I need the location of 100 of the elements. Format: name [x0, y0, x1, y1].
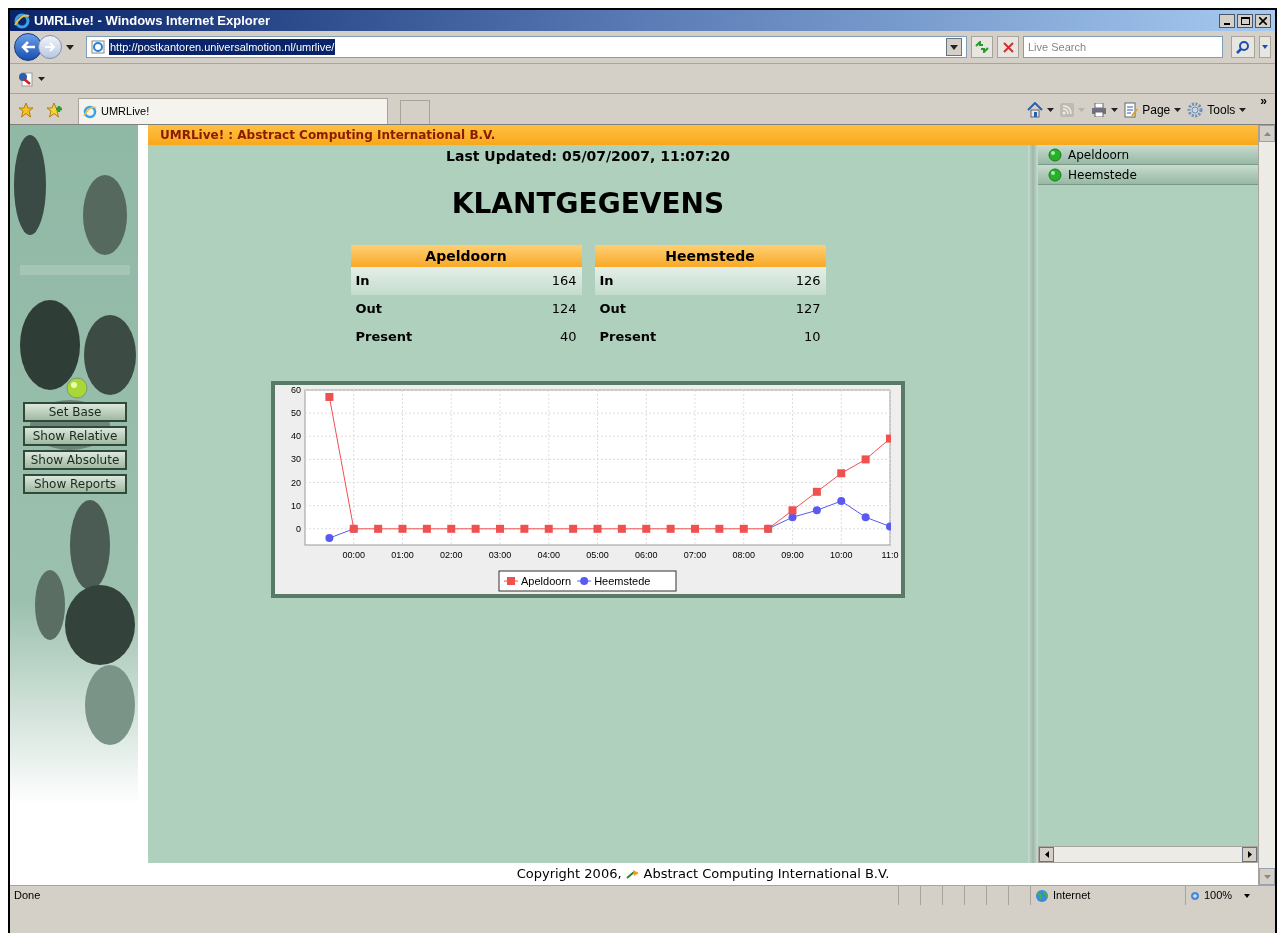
y-tick-label: 0 — [296, 523, 301, 534]
refresh-button[interactable] — [971, 36, 993, 58]
status-light-icon — [66, 377, 88, 399]
close-icon — [1002, 41, 1014, 53]
y-tick-label: 10 — [291, 500, 301, 511]
y-tick-label: 60 — [291, 385, 301, 395]
site-list-item[interactable]: Heemstede — [1038, 165, 1258, 185]
company-name-text: Abstract Computing International B.V. — [643, 865, 890, 884]
page-heading: KLANTGEGEVENS — [451, 186, 725, 222]
close-button[interactable] — [1255, 13, 1271, 28]
data-point — [788, 506, 797, 515]
row-label: Out — [599, 300, 627, 319]
dropdown-icon[interactable] — [66, 44, 74, 50]
data-point — [691, 524, 699, 533]
side-button[interactable]: Set Base — [23, 402, 127, 422]
address-field[interactable]: http://postkantoren.universalmotion.nl/umrlive/ — [86, 36, 967, 58]
horizontal-scrollbar[interactable] — [1038, 846, 1258, 863]
browser-tab[interactable]: UMRLive! — [78, 98, 388, 124]
dropdown-icon[interactable] — [950, 44, 958, 50]
gear-icon — [1187, 102, 1204, 118]
x-tick-label: 07:00 — [683, 550, 707, 560]
globe-icon — [1035, 888, 1049, 903]
zoom-button[interactable]: 100% — [1185, 886, 1275, 905]
close-icon — [1259, 16, 1267, 25]
row-label: In — [599, 272, 614, 291]
forward-arrow-icon — [44, 41, 56, 53]
x-tick-label: 06:00 — [635, 550, 658, 560]
page-icon — [1124, 102, 1139, 118]
circle-marker-icon — [576, 577, 592, 585]
data-point — [788, 513, 797, 522]
data-point — [837, 469, 846, 478]
data-point — [398, 524, 407, 533]
back-button[interactable] — [14, 33, 42, 61]
pdf-icon[interactable] — [18, 70, 34, 87]
more-commands-button[interactable]: » — [1260, 95, 1267, 107]
search-icon — [1236, 40, 1250, 54]
side-button[interactable]: Show Absolute — [23, 450, 127, 470]
x-tick-label: 04:00 — [537, 550, 560, 560]
tools-menu-button[interactable]: Tools — [1187, 101, 1247, 119]
dropdown-icon[interactable] — [1111, 108, 1119, 112]
data-point — [715, 524, 724, 533]
row-label: Present — [355, 328, 413, 347]
y-tick-label: 20 — [291, 477, 301, 488]
back-arrow-icon — [20, 40, 36, 54]
security-zone-text: Internet — [1053, 888, 1091, 904]
data-point — [325, 534, 334, 543]
minimize-button[interactable] — [1219, 13, 1235, 28]
forward-button[interactable] — [38, 35, 62, 59]
scroll-left-icon[interactable] — [1044, 851, 1049, 858]
side-button[interactable]: Show Reports — [23, 474, 127, 494]
data-point — [593, 524, 602, 533]
data-point — [325, 392, 334, 401]
favorites-star-icon[interactable] — [18, 102, 34, 118]
data-point — [447, 524, 456, 533]
x-tick-label: 11:0 — [881, 550, 899, 560]
side-button[interactable]: Show Relative — [23, 426, 127, 446]
legend-label: Heemstede — [594, 575, 651, 587]
search-options-button[interactable] — [1259, 36, 1271, 58]
printer-icon[interactable] — [1091, 103, 1108, 117]
browser-logo-icon — [83, 104, 97, 119]
page-header: UMRLive! : Abstract Computing International B.V. — [148, 125, 1258, 145]
x-tick-label: 10:00 — [830, 550, 853, 560]
row-label: Out — [355, 300, 383, 319]
square-marker-icon — [503, 577, 519, 585]
dropdown-icon[interactable] — [1239, 108, 1247, 112]
search-field[interactable]: Live Search — [1023, 36, 1223, 58]
data-point — [544, 524, 553, 533]
x-tick-label: 01:00 — [391, 550, 414, 560]
data-point — [886, 522, 891, 531]
dropdown-icon[interactable] — [38, 76, 45, 81]
zoom-icon — [1190, 890, 1200, 901]
stop-button[interactable] — [997, 36, 1019, 58]
page-menu-button[interactable]: Page — [1124, 101, 1182, 119]
search-button[interactable] — [1231, 36, 1255, 58]
scroll-right-icon[interactable] — [1247, 851, 1252, 858]
caret-icon — [1244, 893, 1251, 898]
row-value: 10 — [803, 328, 821, 347]
data-point — [837, 497, 846, 506]
window-title: UMRLive! - Windows Internet Explorer — [34, 11, 271, 30]
row-value: 126 — [795, 272, 821, 291]
last-updated-text: Last Updated: 05/07/2007, 11:07:20 — [446, 147, 730, 166]
data-point — [739, 524, 748, 533]
data-point — [471, 524, 480, 533]
data-point — [617, 524, 626, 533]
x-tick-label: 08:00 — [732, 550, 755, 560]
row-label: Present — [599, 328, 657, 347]
dropdown-icon[interactable] — [1047, 108, 1055, 112]
data-point — [886, 434, 891, 443]
status-dot-icon — [1048, 167, 1062, 182]
status-text: Done — [13, 888, 42, 904]
data-point — [422, 524, 431, 533]
y-tick-label: 30 — [291, 454, 301, 465]
site-list-item[interactable]: Apeldoorn — [1038, 145, 1258, 165]
maximize-button[interactable] — [1237, 13, 1253, 28]
x-tick-label: 05:00 — [586, 550, 609, 560]
data-point — [374, 524, 383, 533]
home-icon[interactable] — [1027, 102, 1044, 118]
data-point — [496, 524, 504, 533]
dropdown-icon[interactable] — [1174, 108, 1182, 112]
data-point — [520, 524, 529, 533]
